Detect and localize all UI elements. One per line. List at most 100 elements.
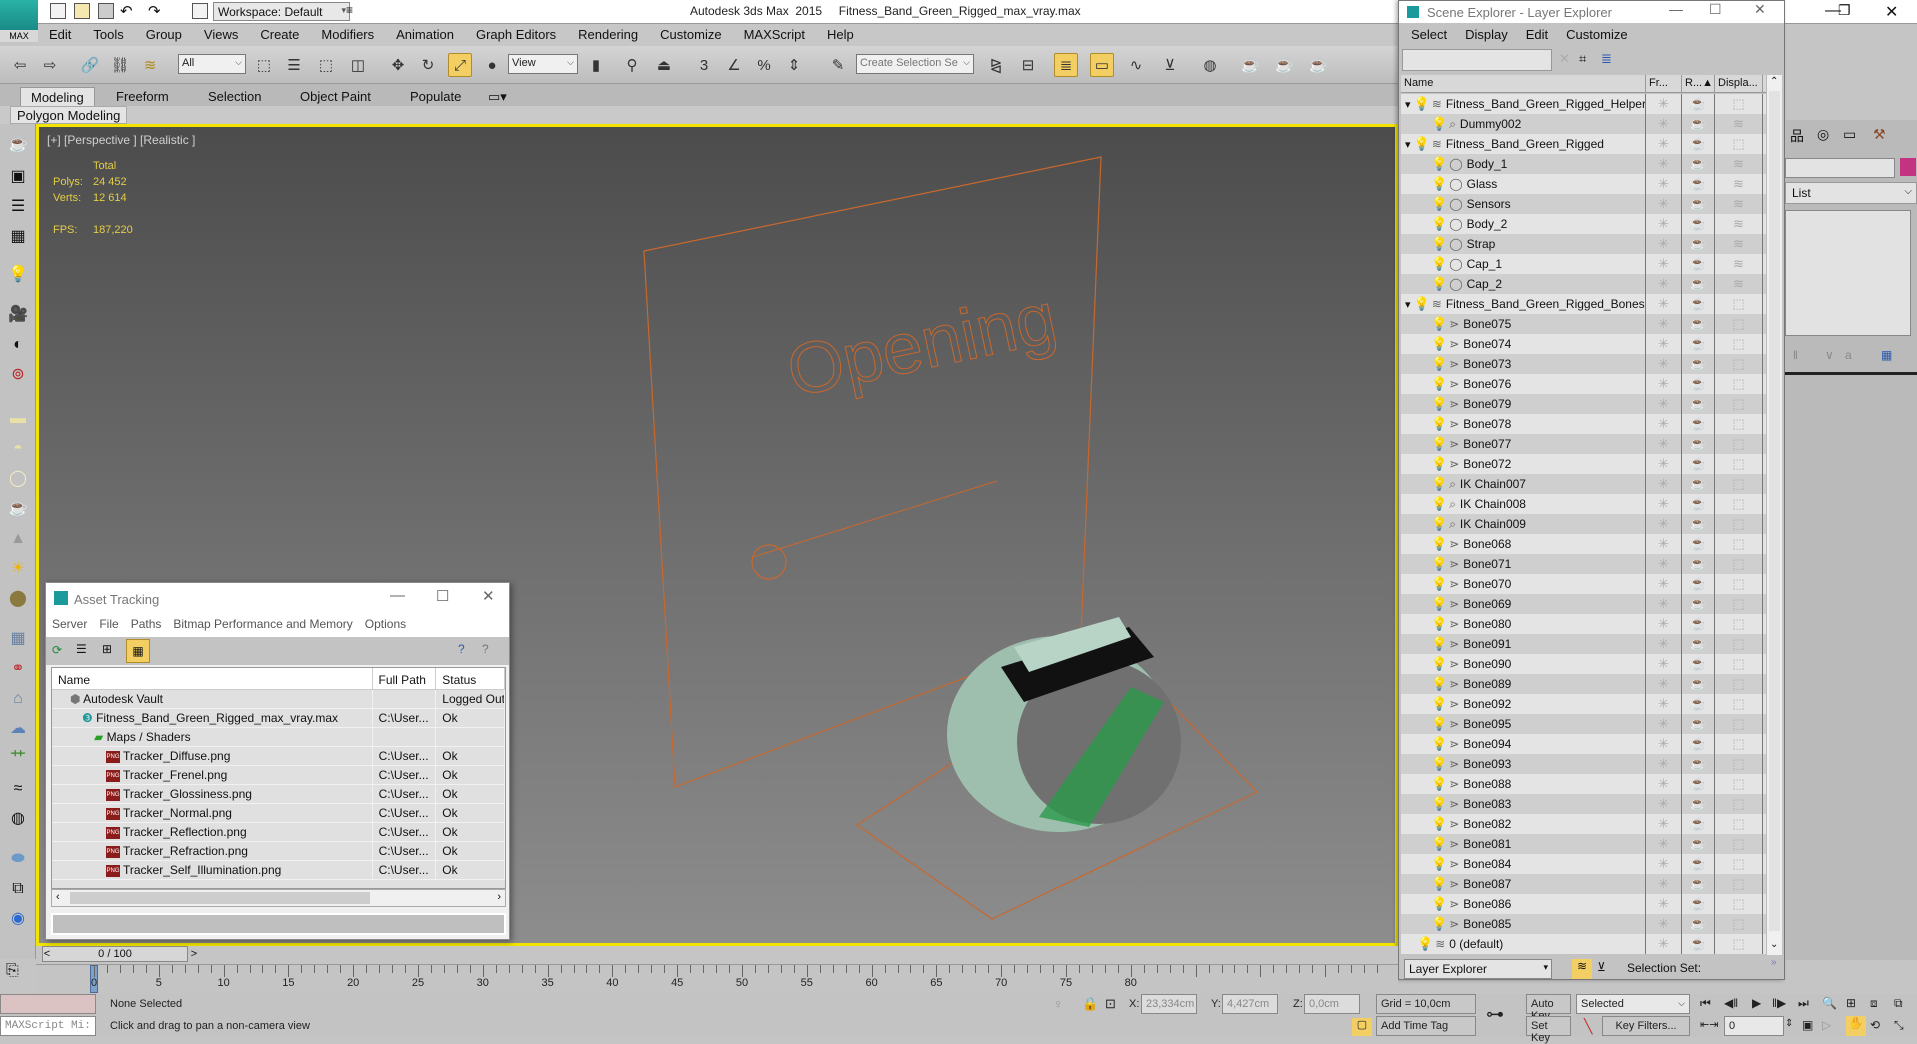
display-mode-icon[interactable]: ≋ <box>1715 194 1763 214</box>
visibility-bulb-icon[interactable]: 💡 <box>1431 496 1447 511</box>
cone-icon[interactable]: ▲ <box>6 528 30 550</box>
link-icon[interactable]: 🔗 <box>78 53 102 77</box>
pivot-center-icon[interactable]: ▮ <box>584 53 608 77</box>
visibility-bulb-icon[interactable]: 💡 <box>1431 116 1447 131</box>
scene-explorer-row[interactable]: 💡 ◯ Cap_1 ✳ ☕ ≋ <box>1401 254 1766 274</box>
create-layer-icon[interactable]: ≣ <box>1601 51 1612 67</box>
visibility-bulb-icon[interactable]: 💡 <box>1431 616 1447 631</box>
freeze-toggle-icon[interactable]: ✳ <box>1646 154 1682 174</box>
freeze-toggle-icon[interactable]: ✳ <box>1646 574 1682 594</box>
asset-row[interactable]: PNG Tracker_Reflection.png C:\User... Ok <box>52 823 505 842</box>
time-slider[interactable]: < 0 / 100 > <box>42 946 197 962</box>
modifier-list-dropdown[interactable]: List ⌵ <box>1785 182 1917 204</box>
keyboard-shortcut-override-icon[interactable]: ⏏ <box>652 53 676 77</box>
menu-rendering[interactable]: Rendering <box>567 24 649 42</box>
visibility-bulb-icon[interactable]: 💡 <box>1431 316 1447 331</box>
object-color-swatch[interactable] <box>1900 158 1916 176</box>
display-mode-icon[interactable]: ⬚ <box>1715 814 1763 834</box>
visibility-bulb-icon[interactable]: 💡 <box>1417 936 1433 951</box>
reference-coordinate-dropdown[interactable]: View ⌵ <box>508 54 578 74</box>
renderable-teapot-icon[interactable]: ☕ <box>1682 834 1715 854</box>
zoom-extents-icon[interactable]: ⧈ <box>1870 996 1878 1011</box>
menu-help[interactable]: Help <box>816 24 865 42</box>
scene-explorer-row[interactable]: 💡 ⋗ Bone072 ✳ ☕ ⬚ <box>1401 454 1766 474</box>
ribbon-options-icon[interactable]: ▭▾ <box>478 87 517 106</box>
asset-row[interactable]: PNG Tracker_Diffuse.png C:\User... Ok <box>52 747 505 766</box>
menu-modifiers[interactable]: Modifiers <box>310 24 385 42</box>
display-mode-icon[interactable]: ⬚ <box>1715 914 1763 934</box>
maxscript-mini-listener[interactable]: MAXScript Mi: <box>0 1016 96 1036</box>
visibility-bulb-icon[interactable]: 💡 <box>1431 576 1447 591</box>
display-mode-icon[interactable]: ⬚ <box>1715 514 1763 534</box>
import-icon[interactable]: ⎘ <box>6 962 19 980</box>
display-mode-icon[interactable]: ⬚ <box>1715 554 1763 574</box>
scene-explorer-icon[interactable]: ▭ <box>1090 53 1114 77</box>
material-editor-icon[interactable]: ◍ <box>1198 53 1222 77</box>
mirror-icon[interactable]: ⧎ <box>984 53 1008 77</box>
curve-editor-icon[interactable]: ∿ <box>1124 53 1148 77</box>
zoom-icon[interactable]: 🔍 <box>1822 996 1837 1010</box>
visibility-bulb-icon[interactable]: 💡 <box>1431 176 1447 191</box>
add-time-tag-button[interactable]: Add Time Tag <box>1376 1016 1476 1036</box>
cloud-icon[interactable]: ☁ <box>6 718 30 740</box>
display-mode-icon[interactable]: ⬚ <box>1715 694 1763 714</box>
renderable-teapot-icon[interactable]: ☕ <box>1682 554 1715 574</box>
object-name-field[interactable] <box>1785 158 1895 178</box>
renderable-teapot-icon[interactable]: ☕ <box>1682 714 1715 734</box>
video-camera-icon[interactable]: ⊚ <box>6 364 30 386</box>
freeze-toggle-icon[interactable]: ✳ <box>1646 834 1682 854</box>
renderable-teapot-icon[interactable]: ☕ <box>1682 754 1715 774</box>
freeze-toggle-icon[interactable]: ✳ <box>1646 614 1682 634</box>
close-button[interactable]: ✕ <box>482 587 495 605</box>
menu-select[interactable]: Select <box>1411 27 1447 42</box>
visibility-bulb-icon[interactable]: 💡 <box>1431 336 1447 351</box>
new-file-icon[interactable] <box>50 3 66 19</box>
display-mode-icon[interactable]: ⬚ <box>1715 834 1763 854</box>
visibility-bulb-icon[interactable]: 💡 <box>1431 476 1447 491</box>
clear-search-icon[interactable]: ✕ <box>1559 51 1570 67</box>
freeze-toggle-icon[interactable]: ✳ <box>1646 434 1682 454</box>
motion-tab-icon[interactable]: ◎ <box>1817 126 1829 143</box>
unlink-icon[interactable]: ⛓ <box>108 53 132 77</box>
renderable-teapot-icon[interactable]: ☕ <box>1682 914 1715 934</box>
scene-explorer-row[interactable]: 💡 ⋗ Bone082 ✳ ☕ ⬚ <box>1401 814 1766 834</box>
scene-explorer-row[interactable]: 💡 ⌕ Dummy002 ✳ ☕ ≋ <box>1401 114 1766 134</box>
freeze-toggle-icon[interactable]: ✳ <box>1646 454 1682 474</box>
asset-row[interactable]: ▰ Maps / Shaders <box>52 728 505 747</box>
scene-explorer-row[interactable]: 💡 ⋗ Bone068 ✳ ☕ ⬚ <box>1401 534 1766 554</box>
go-to-start-icon[interactable]: ⏮ <box>1700 996 1711 1011</box>
scene-explorer-row[interactable]: 💡 ◯ Sensors ✳ ☕ ≋ <box>1401 194 1766 214</box>
freeze-toggle-icon[interactable]: ✳ <box>1646 774 1682 794</box>
renderable-teapot-icon[interactable]: ☕ <box>1682 634 1715 654</box>
display-mode-icon[interactable]: ⬚ <box>1715 94 1763 114</box>
rendered-frame-window-icon[interactable]: ☕ <box>1272 53 1296 77</box>
scene-explorer-row[interactable]: 💡 ◯ Strap ✳ ☕ ≋ <box>1401 234 1766 254</box>
visibility-bulb-icon[interactable]: 💡 <box>1431 916 1447 931</box>
selection-lock-icon[interactable]: 🔒 <box>1082 996 1098 1012</box>
scene-explorer-row[interactable]: 💡 ◯ Glass ✳ ☕ ≋ <box>1401 174 1766 194</box>
visibility-bulb-icon[interactable]: 💡 <box>1431 896 1447 911</box>
asset-row[interactable]: ⬢ Autodesk Vault Logged Out <box>52 690 505 709</box>
scene-explorer-row[interactable]: 💡 ⋗ Bone093 ✳ ☕ ⬚ <box>1401 754 1766 774</box>
expand-toggle-icon[interactable]: ▾ <box>1405 99 1414 111</box>
x-coordinate-field[interactable]: 23,334cm <box>1141 994 1197 1014</box>
hierarchy-tab-icon[interactable]: 品 <box>1790 126 1804 146</box>
visibility-bulb-icon[interactable]: 💡 <box>1414 96 1430 111</box>
menu-customize[interactable]: Customize <box>649 24 732 42</box>
freeze-toggle-icon[interactable]: ✳ <box>1646 894 1682 914</box>
scene-explorer-row[interactable]: ▾ 💡 ≋ Fitness_Band_Green_Rigged_Bones ✳ ☕ ⬚ <box>1401 294 1766 314</box>
freeze-toggle-icon[interactable]: ✳ <box>1646 114 1682 134</box>
display-mode-icon[interactable]: ⬚ <box>1715 374 1763 394</box>
app-menu-button[interactable]: MAX <box>0 0 38 42</box>
renderable-teapot-icon[interactable]: ☕ <box>1682 414 1715 434</box>
workspace-dropdown[interactable]: Workspace: Default ▾ <box>213 2 350 21</box>
freeze-toggle-icon[interactable]: ✳ <box>1646 854 1682 874</box>
visibility-bulb-icon[interactable]: 💡 <box>1431 516 1447 531</box>
freeze-toggle-icon[interactable]: ✳ <box>1646 874 1682 894</box>
time-config-icon[interactable]: ▣ <box>1802 1018 1813 1032</box>
display-mode-icon[interactable]: ≋ <box>1715 214 1763 234</box>
open-folder-icon[interactable] <box>74 3 90 19</box>
freeze-toggle-icon[interactable]: ✳ <box>1646 134 1682 154</box>
select-object-icon[interactable]: ⬚ <box>252 53 276 77</box>
z-coordinate-field[interactable]: 0,0cm <box>1304 994 1360 1014</box>
